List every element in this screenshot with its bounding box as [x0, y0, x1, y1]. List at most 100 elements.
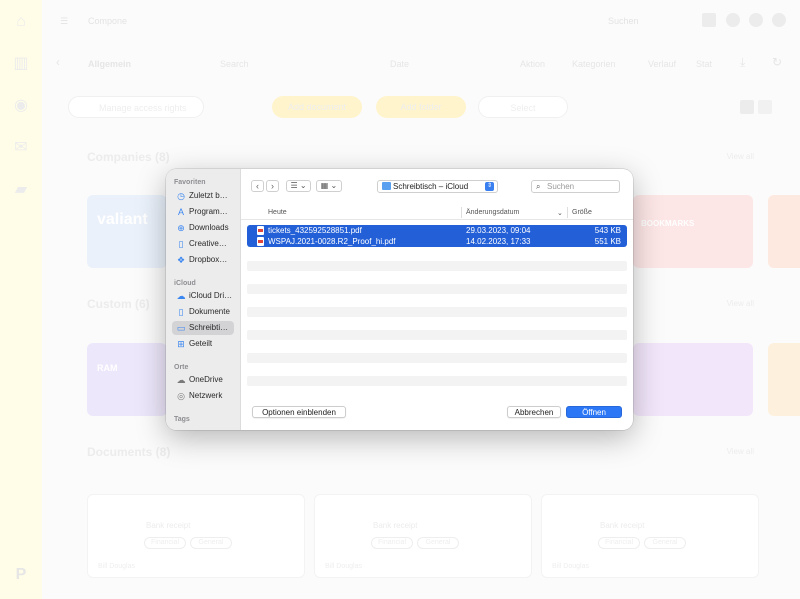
- menu-icon[interactable]: ☰: [60, 16, 68, 27]
- sidebar-item-dropbox[interactable]: ❖ Dropbox…: [172, 253, 234, 267]
- document-owner: Bill Douglas: [325, 563, 362, 570]
- add-folder-button[interactable]: Add folder: [376, 96, 466, 118]
- column-date[interactable]: Änderungsdatum: [466, 209, 519, 216]
- company-card[interactable]: [768, 195, 800, 268]
- custom-card[interactable]: RAM: [87, 343, 167, 416]
- manage-access-button[interactable]: Manage access rights: [68, 96, 204, 118]
- company-card[interactable]: valiant: [87, 195, 167, 268]
- location-selector[interactable]: Schreibtisch – iCloud ⇕: [377, 180, 498, 193]
- sidebar-item-icloud-drive[interactable]: ☁ iCloud Dri…: [172, 289, 234, 303]
- help-icon[interactable]: [749, 13, 763, 27]
- filter-action[interactable]: Aktion: [520, 59, 545, 69]
- file-size: 543 KB: [594, 226, 621, 235]
- document-card[interactable]: Bank receipt Financial General Bill Doug…: [541, 494, 759, 578]
- sidebar-item-network[interactable]: ◎ Netzwerk: [172, 389, 234, 403]
- empty-row: [247, 353, 627, 363]
- file-name: tickets_432592528851.pdf: [268, 226, 362, 235]
- add-document-button[interactable]: Add document: [272, 96, 362, 118]
- forward-button[interactable]: ›: [266, 180, 279, 192]
- empty-row: [247, 376, 627, 386]
- favorites-header: Favoriten: [174, 179, 206, 186]
- avatar[interactable]: [772, 13, 786, 27]
- mail-icon[interactable]: [702, 13, 716, 27]
- home-icon[interactable]: ⌂: [12, 13, 30, 31]
- mail-icon[interactable]: ✉: [12, 139, 30, 157]
- document-card[interactable]: Bank receipt Financial General Bill Doug…: [314, 494, 532, 578]
- custom-card[interactable]: [633, 343, 753, 416]
- sidebar-item-label: Dropbox…: [189, 255, 228, 264]
- folder-icon[interactable]: ▰: [12, 181, 30, 199]
- select-button[interactable]: Select: [478, 96, 568, 118]
- user-icon[interactable]: ◉: [12, 97, 30, 115]
- grid-view-icon[interactable]: [740, 100, 754, 114]
- bell-icon[interactable]: [726, 13, 740, 27]
- view-all-custom-link[interactable]: View all: [727, 299, 754, 308]
- download-icon: ⊕: [177, 223, 185, 233]
- chevron-down-icon: ⌄: [330, 181, 338, 190]
- sidebar-item-downloads[interactable]: ⊕ Downloads: [172, 221, 234, 235]
- shared-folder-icon: ⊞: [177, 339, 185, 349]
- company-card[interactable]: BOOKMARKS: [633, 195, 753, 268]
- section-title-documents: Documents (8): [87, 445, 171, 459]
- sidebar-item-label: iCloud Dri…: [189, 291, 233, 300]
- section-title-custom: Custom (6): [87, 297, 150, 311]
- open-button[interactable]: Öffnen: [566, 406, 622, 418]
- empty-row: [247, 284, 627, 294]
- chart-icon[interactable]: ▥: [12, 55, 30, 73]
- toolbar-search-input[interactable]: Search: [220, 59, 249, 69]
- filter-categories[interactable]: Kategorien: [572, 59, 616, 69]
- file-row[interactable]: tickets_432592528851.pdf 29.03.2023, 09:…: [247, 225, 627, 236]
- show-options-button[interactable]: Optionen einblenden: [252, 406, 346, 418]
- pdf-icon: [257, 226, 264, 235]
- document-tag: General: [190, 537, 232, 549]
- sidebar-item-label: Zuletzt b…: [189, 191, 228, 200]
- sidebar-item-label: Netzwerk: [189, 391, 223, 400]
- back-button[interactable]: ‹: [251, 180, 264, 192]
- section-title-companies: Companies (8): [87, 150, 170, 164]
- list-view-button[interactable]: ☰ ⌄: [286, 180, 311, 192]
- date-filter[interactable]: Date: [390, 59, 409, 69]
- document-title: Bank receipt: [600, 521, 645, 530]
- filter-stat[interactable]: Stat: [696, 59, 712, 69]
- sidebar-item-desktop[interactable]: ▭ Schreibti…: [172, 321, 234, 335]
- sidebar-item-onedrive[interactable]: ☁ OneDrive: [172, 373, 234, 387]
- folder-icon: [382, 182, 391, 190]
- document-card[interactable]: Bank receipt Financial General Bill Doug…: [87, 494, 305, 578]
- document-tag: General: [644, 537, 686, 549]
- list-view-icon[interactable]: [758, 100, 772, 114]
- sidebar-item-shared[interactable]: ⊞ Geteilt: [172, 337, 234, 351]
- app-search-input[interactable]: Suchen: [608, 16, 639, 26]
- file-size: 551 KB: [594, 237, 621, 246]
- app-sidebar: ⌂ ▥ ◉ ✉ ▰ P: [0, 0, 42, 599]
- clock-icon: ◷: [177, 191, 185, 201]
- download-icon[interactable]: ⤓: [740, 55, 745, 70]
- apps-icon: A: [177, 207, 184, 217]
- view-all-documents-link[interactable]: View all: [727, 447, 754, 456]
- column-name[interactable]: Heute: [268, 209, 287, 216]
- column-size[interactable]: Größe: [572, 209, 592, 216]
- chevron-down-icon: ⌄: [299, 181, 307, 190]
- grid-view-button[interactable]: ▦ ⌄: [316, 180, 342, 192]
- column-divider[interactable]: [567, 207, 568, 218]
- view-all-companies-link[interactable]: View all: [727, 152, 754, 161]
- sidebar-item-applications[interactable]: A Program…: [172, 205, 234, 219]
- sidebar-item-label: Downloads: [189, 223, 229, 232]
- filter-history[interactable]: Verlauf: [648, 59, 676, 69]
- custom-card-title: RAM: [97, 363, 118, 373]
- back-icon[interactable]: ‹: [56, 55, 60, 69]
- sidebar-item-documents[interactable]: ▯ Dokumente: [172, 305, 234, 319]
- refresh-icon[interactable]: ↻: [772, 55, 782, 69]
- search-input[interactable]: ⌕ Suchen: [531, 180, 620, 193]
- file-row[interactable]: WSPAJ.2021-0028.R2_Proof_hi.pdf 14.02.20…: [247, 236, 627, 247]
- pdf-icon: [257, 237, 264, 246]
- custom-card[interactable]: [768, 343, 800, 416]
- app-toolbar: ‹ Allgemein Search Date Aktion Kategorie…: [42, 48, 800, 78]
- search-placeholder: Suchen: [547, 182, 575, 191]
- column-divider[interactable]: [461, 207, 462, 218]
- sidebar-item-creative-cloud[interactable]: ▯ Creative…: [172, 237, 234, 251]
- sidebar-item-recents[interactable]: ◷ Zuletzt b…: [172, 189, 234, 203]
- cancel-button[interactable]: Abbrechen: [507, 406, 561, 418]
- search-icon: ⌕: [536, 182, 541, 191]
- places-header: Orte: [174, 364, 189, 371]
- sidebar-item-label: Geteilt: [189, 339, 213, 348]
